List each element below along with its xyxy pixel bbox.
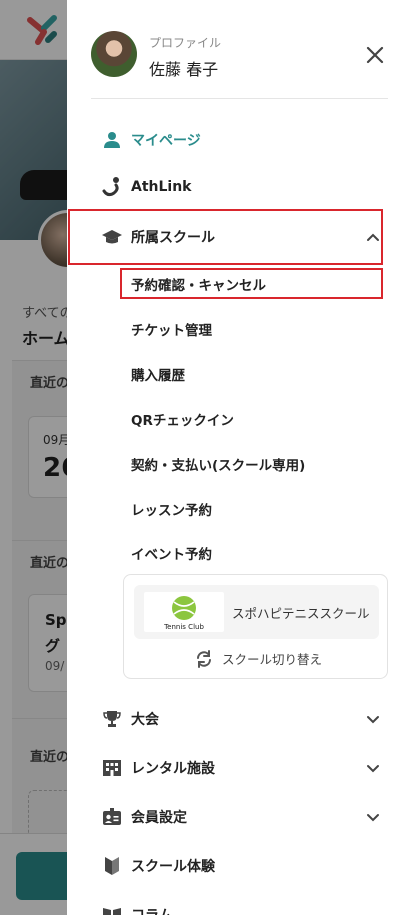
profile-caption: プロファイル (149, 36, 222, 50)
school-card: Tennis Club スポハピテニススクール スクール切り替え (123, 574, 388, 679)
switch-label: スクール切り替え (222, 652, 323, 667)
menu-item-athlink[interactable]: AthLink (91, 167, 387, 207)
submenu-item-purchase-history[interactable]: 購入履歴 (131, 360, 185, 388)
person-icon (101, 129, 123, 151)
building-icon (101, 757, 123, 779)
submenu-item-tickets[interactable]: チケット管理 (131, 315, 212, 343)
menu-item-rental[interactable]: レンタル施設 (91, 748, 387, 788)
trophy-icon (101, 708, 123, 730)
menu-item-school-trial[interactable]: スクール体験 (91, 846, 387, 886)
menu-label: 大会 (131, 712, 159, 728)
menu-label: AthLink (131, 179, 192, 195)
menu-label: レンタル施設 (131, 761, 215, 777)
school-name: スポハピテニススクール (232, 606, 370, 621)
school-switch-button[interactable]: スクール切り替え (194, 649, 322, 668)
menu-label: スクール体験 (131, 859, 215, 875)
side-drawer: プロファイル 佐藤 春子 マイページ AthLink 所属スクール 予約確認・キ… (67, 0, 412, 915)
chevron-down-icon (367, 716, 379, 724)
id-badge-icon (101, 806, 123, 828)
submenu-item-qr-checkin[interactable]: QRチェックイン (131, 405, 234, 433)
close-icon[interactable] (363, 43, 387, 67)
profile-name: 佐藤 春子 (149, 60, 219, 79)
menu-item-member-settings[interactable]: 会員設定 (91, 797, 387, 837)
beginner-mark-icon (101, 855, 123, 877)
profile-avatar (91, 31, 137, 77)
highlight-reservation (120, 268, 383, 299)
chevron-down-icon (367, 765, 379, 773)
menu-item-tournament[interactable]: 大会 (91, 699, 387, 739)
menu-item-column[interactable]: コラム (91, 895, 387, 915)
school-selected[interactable]: Tennis Club スポハピテニススクール (134, 585, 379, 639)
menu-item-mypage[interactable]: マイページ (91, 120, 387, 160)
book-icon (101, 904, 123, 915)
athlink-icon (101, 176, 123, 198)
divider (91, 98, 388, 99)
chevron-down-icon (367, 814, 379, 822)
school-logo: Tennis Club (144, 592, 224, 632)
menu-label: コラム (131, 905, 173, 915)
submenu-item-lesson-booking[interactable]: レッスン予約 (131, 495, 212, 523)
menu-label: 会員設定 (131, 810, 187, 826)
submenu-item-event-booking[interactable]: イベント予約 (131, 539, 212, 567)
refresh-icon (197, 649, 211, 668)
submenu-item-contract-payment[interactable]: 契約・支払い(スクール専用) (131, 450, 305, 478)
svg-text:Tennis Club: Tennis Club (163, 623, 204, 631)
menu-label: マイページ (131, 133, 201, 149)
highlight-school (68, 209, 383, 265)
